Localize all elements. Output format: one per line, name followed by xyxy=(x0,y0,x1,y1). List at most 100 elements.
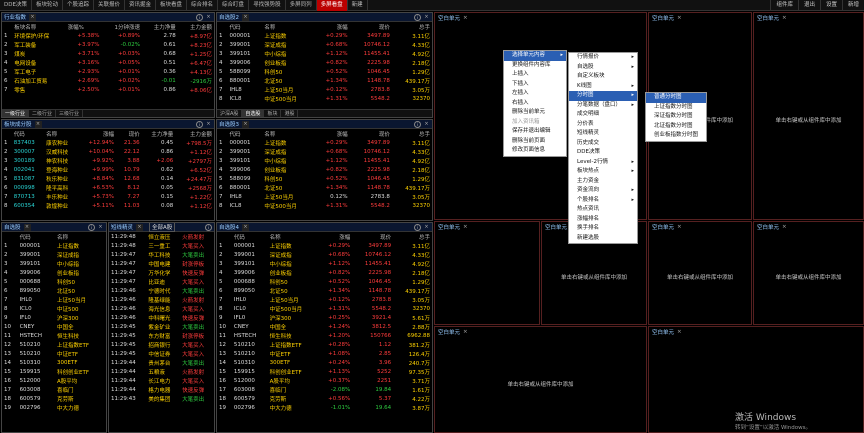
table-row[interactable]: 18 600579 克劳斯 +0.56% 5.37 4.22万 xyxy=(217,394,432,403)
menu-item[interactable]: 选择单元内容 ▸ xyxy=(504,51,566,61)
menu-item[interactable]: 分笔数据（盘口） ▸ xyxy=(569,101,637,111)
column-header[interactable]: 现价 xyxy=(350,22,392,31)
menu-item[interactable]: 分价表 xyxy=(569,120,637,130)
top-tab[interactable]: 板块轮动 xyxy=(32,0,63,11)
table-row[interactable]: 15 159915 科创创业ETF +1.13% 5252 97.35万 xyxy=(217,367,432,376)
empty-cell[interactable]: 空白单元× 单击右键或从组件库中添加 xyxy=(753,12,864,220)
alert-row[interactable]: 11:29:45 招商银行 大笔买入 xyxy=(109,340,214,349)
table-row[interactable]: 19 002796 中大力德 -1.01% 19.64 3.87万 xyxy=(217,403,432,412)
column-header[interactable]: 涨幅 xyxy=(78,129,116,138)
menu-item[interactable]: 新建选股 xyxy=(569,234,637,244)
bottom-tab[interactable]: 二级行业 xyxy=(29,110,57,117)
column-header[interactable] xyxy=(217,129,227,138)
table-row[interactable]: 17 603008 喜临门 -2.08% 19.84 1.61万 xyxy=(217,385,432,394)
table-row[interactable]: 3 399101 中小综指 +1.12% 11455.41 4.92亿 xyxy=(217,49,432,58)
table-row[interactable]: 12 510210 上证指数ETF xyxy=(2,340,106,349)
menu-item[interactable]: 上插入 xyxy=(504,70,566,80)
table-row[interactable]: 5 588099 科创50 +0.52% 1046.45 1.29亿 xyxy=(217,174,432,183)
table-row[interactable]: 6 880001 北证50 +1.34% 1148.78 439.17万 xyxy=(217,183,432,192)
column-header[interactable]: 现价 xyxy=(352,232,393,241)
table-row[interactable]: 4 399006 创业板指 +0.82% 2225.98 2.18亿 xyxy=(217,165,432,174)
bottom-tab[interactable]: 三级行业 xyxy=(56,110,84,117)
column-header[interactable] xyxy=(2,129,12,138)
alert-row[interactable]: 11:29:46 宁德时代 大笔卖出 xyxy=(109,286,214,295)
table-row[interactable]: 10 CNEY 中国全 xyxy=(2,322,106,331)
column-header[interactable]: 名称 xyxy=(262,22,313,31)
menu-item[interactable]: Level-2行情 ▸ xyxy=(569,158,637,168)
top-tab[interactable]: 多屏同列 xyxy=(286,0,317,11)
close-icon[interactable]: × xyxy=(463,224,468,230)
info-icon[interactable]: i xyxy=(88,223,95,231)
column-header[interactable]: 现价 xyxy=(116,129,142,138)
column-header[interactable]: 代码 xyxy=(232,232,268,241)
menu-item[interactable]: 换手排名 xyxy=(569,224,637,234)
top-tab[interactable]: 综合排名 xyxy=(187,0,219,11)
menu-item[interactable]: 成交明细 xyxy=(569,110,637,120)
table-row[interactable]: 4 002041 登海种业 +9.99% 10.79 0.62 +6.52亿 xyxy=(2,165,214,174)
alert-row[interactable]: 11:29:44 格力电器 快速反弹 xyxy=(109,385,214,394)
column-header[interactable]: 板块名称 xyxy=(12,22,65,31)
bottom-tab[interactable]: 自选股 xyxy=(242,110,265,117)
menu-item[interactable]: DDE决策 xyxy=(569,148,637,158)
alert-row[interactable]: 11:29:46 中科曙光 快速反弹 xyxy=(109,313,214,322)
table-row[interactable]: 5 军工电子 +2.93% +0.01% 0.36 +4.13亿 xyxy=(2,67,214,76)
menu-item[interactable]: 自选股 ▸ xyxy=(569,63,637,73)
table-row[interactable]: 1 环境保护/环保 +5.38% +0.89% 2.78 +8.97亿 xyxy=(2,31,214,40)
table-row[interactable]: 12 510210 上证指数ETF +0.28% 1.12 381.2万 xyxy=(217,340,432,349)
menu-item[interactable]: 上证指数分时图 xyxy=(646,103,706,113)
table-row[interactable]: 4 399006 创业板指 xyxy=(2,268,106,277)
alert-row[interactable]: 11:29:43 美的集团 大笔卖出 xyxy=(109,394,214,403)
menu-item[interactable]: 修改页面信息 xyxy=(504,146,566,156)
filter-select[interactable]: 全部A股 xyxy=(149,223,176,232)
column-header[interactable] xyxy=(2,22,12,31)
table-row[interactable]: 10 CNEY 中国全 +1.24% 3812.5 2.88万 xyxy=(217,322,432,331)
column-header[interactable]: 总手 xyxy=(392,129,432,138)
close-icon[interactable]: × xyxy=(677,224,682,230)
table-row[interactable]: 6 880001 北证50 +1.34% 1148.78 439.17万 xyxy=(217,76,432,85)
alert-row[interactable]: 11:29:47 中国电建 封涨停板 xyxy=(109,259,214,268)
menu-item[interactable]: 资金流向 ▸ xyxy=(569,186,637,196)
bottom-tab[interactable]: 板块 xyxy=(264,110,282,117)
empty-cell[interactable]: 空白单元 × xyxy=(434,221,540,325)
close-tab-icon[interactable]: × xyxy=(242,13,249,21)
table-row[interactable]: 5 000688 科创50 +0.52% 1046.45 1.29亿 xyxy=(217,277,432,286)
column-header[interactable]: 名称 xyxy=(44,129,78,138)
table-row[interactable]: 9 IFL0 沪深300 xyxy=(2,313,106,322)
info-icon[interactable]: i xyxy=(414,120,421,128)
menu-item[interactable]: 左插入 xyxy=(504,89,566,99)
menu-item[interactable]: 历史成交 xyxy=(569,139,637,149)
table-row[interactable]: 5 000688 科创50 xyxy=(2,277,106,286)
table-row[interactable]: 6 000998 隆平高科 +6.53% 8.12 0.05 +2568万 xyxy=(2,183,214,192)
table-row[interactable]: 6 899050 北证50 xyxy=(2,286,106,295)
top-tab[interactable]: 个股追踪 xyxy=(63,0,94,11)
table-row[interactable]: 2 399001 深证成指 +0.68% 10746.12 4.33亿 xyxy=(217,250,432,259)
table-row[interactable]: 8 ICL0 中证500 xyxy=(2,304,106,313)
table-row[interactable]: 3 399101 中小综指 +1.12% 11455.41 4.92亿 xyxy=(217,156,432,165)
top-tab[interactable]: 关联报价 xyxy=(94,0,125,11)
table-row[interactable]: 7 870713 丰乐种业 +5.73% 7.27 0.15 +1.22亿 xyxy=(2,192,214,201)
column-header[interactable]: 主力净量 xyxy=(142,129,176,138)
alert-row[interactable]: 11:29:47 华工科技 大笔卖出 xyxy=(109,250,214,259)
bottom-tab[interactable]: 一级行业 xyxy=(2,110,30,117)
table-row[interactable]: 18 600579 克劳斯 xyxy=(2,394,106,403)
close-icon[interactable]: × xyxy=(782,15,787,21)
column-header[interactable]: 名称 xyxy=(268,232,317,241)
alert-row[interactable]: 11:29:45 紫金矿业 大笔卖出 xyxy=(109,322,214,331)
column-header[interactable]: 总手 xyxy=(393,232,432,241)
table-row[interactable]: 16 512000 A股平均 xyxy=(2,376,106,385)
close-tab-icon[interactable]: × xyxy=(136,223,144,231)
alert-row[interactable]: 11:29:47 万华化学 快速反弹 xyxy=(109,268,214,277)
column-header[interactable]: 名称 xyxy=(55,232,106,241)
column-header[interactable]: 涨幅 xyxy=(313,129,349,138)
menu-item[interactable]: 右插入 xyxy=(504,99,566,109)
close-tab-icon[interactable]: × xyxy=(242,223,249,231)
top-tab[interactable]: 综合盯盘 xyxy=(218,0,250,11)
close-icon[interactable]: × xyxy=(463,329,468,335)
menu-item[interactable]: 更换组件内容库 xyxy=(504,61,566,71)
menu-item[interactable]: 删除当前单元 xyxy=(504,108,566,118)
close-icon[interactable]: × xyxy=(677,329,682,335)
menu-item[interactable]: 普通分时图 xyxy=(646,93,706,103)
alert-row[interactable]: 11:29:48 三一重工 大笔买入 xyxy=(109,241,214,250)
table-row[interactable]: 5 588099 科创50 +0.52% 1046.45 1.29亿 xyxy=(217,67,432,76)
top-tab[interactable]: 板块看盘 xyxy=(156,0,188,11)
